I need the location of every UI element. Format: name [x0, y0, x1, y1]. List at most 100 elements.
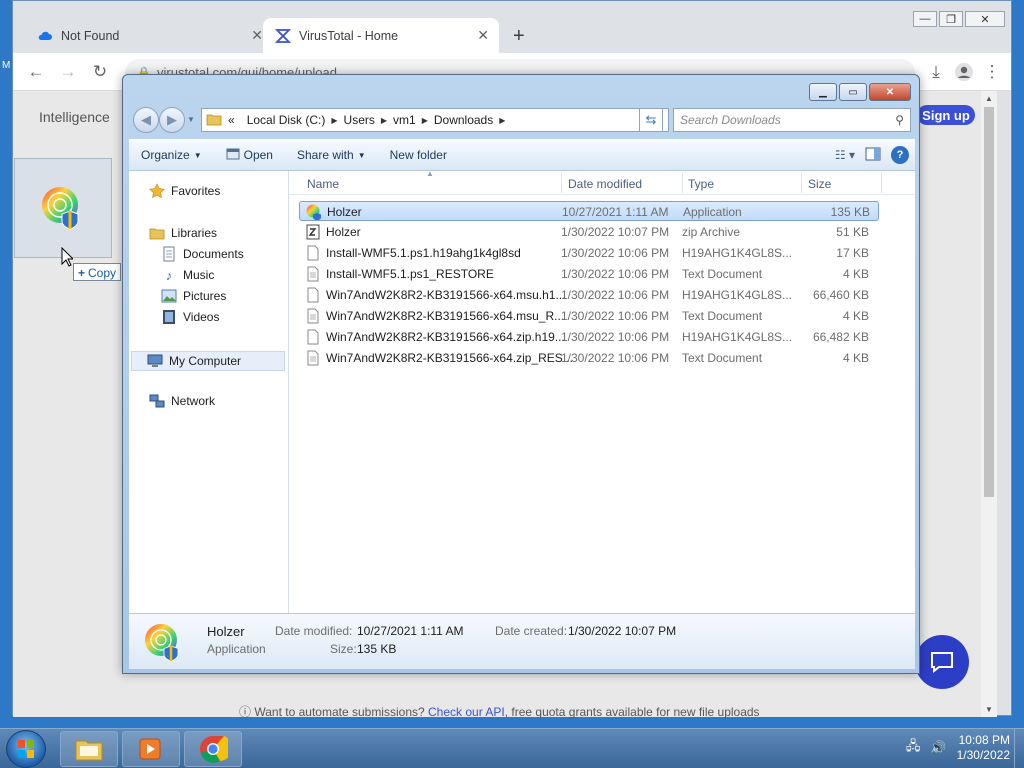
preview-pane-icon[interactable] [865, 147, 881, 164]
taskbar-chrome-button[interactable] [184, 731, 242, 767]
column-separator[interactable] [881, 173, 882, 193]
maximize-button[interactable]: ❐ [939, 11, 963, 27]
file-row[interactable]: Win7AndW2K8R2-KB3191566-x64.zip_RES... 1… [299, 348, 879, 368]
close-icon[interactable]: ✕ [477, 27, 489, 44]
column-separator[interactable] [561, 173, 562, 193]
file-row[interactable]: Holzer 10/27/2021 1:11 AM Application 13… [299, 201, 879, 221]
chevron-right-icon[interactable]: ▶ [499, 116, 505, 125]
nav-network[interactable]: Network [149, 393, 215, 409]
nav-pictures[interactable]: Pictures [161, 288, 226, 304]
column-header-type[interactable]: Type [688, 177, 714, 191]
back-button[interactable]: ◀ [133, 107, 159, 133]
forward-arrow-icon[interactable]: → [57, 61, 79, 83]
chevron-right-icon[interactable]: ▶ [331, 116, 337, 125]
chat-button[interactable] [915, 635, 969, 689]
download-icon[interactable]: ⤓ [925, 61, 947, 83]
start-button[interactable] [6, 730, 46, 768]
windows-logo-icon [18, 740, 34, 758]
search-input[interactable]: Search Downloads ⚲ [673, 108, 911, 132]
page-scrollbar[interactable]: ▲ ▼ [981, 91, 997, 717]
refresh-button[interactable]: ⇆ [639, 108, 663, 132]
column-header-date[interactable]: Date modified [568, 177, 642, 191]
new-folder-button[interactable]: New folder [378, 148, 459, 162]
maximize-button[interactable]: ▭ [839, 83, 867, 101]
text-document-icon [307, 308, 319, 324]
new-tab-button[interactable]: + [513, 25, 525, 48]
zip-archive-icon [306, 224, 320, 240]
column-header-size[interactable]: Size [808, 177, 831, 191]
breadcrumb-local-disk[interactable]: Local Disk (C:) [247, 113, 326, 127]
breadcrumb-users[interactable]: Users [344, 113, 375, 127]
folder-icon [75, 740, 103, 761]
signup-button[interactable]: Sign up [917, 105, 975, 125]
volume-icon[interactable]: 🔊 [930, 740, 946, 756]
profile-avatar-icon[interactable] [953, 61, 975, 83]
view-options-icon[interactable]: ☷ ▾ [835, 148, 855, 162]
nav-music[interactable]: ♪ Music [161, 267, 215, 283]
file-row[interactable]: Win7AndW2K8R2-KB3191566-x64.zip.h19... 1… [299, 327, 879, 347]
file-row[interactable]: Win7AndW2K8R2-KB3191566-x64.msu.h1... 1/… [299, 285, 879, 305]
holzer-app-icon [42, 187, 79, 230]
column-header-name[interactable]: Name [307, 177, 339, 191]
minimize-button[interactable]: ▁ [809, 83, 837, 101]
close-icon[interactable]: ✕ [251, 27, 263, 44]
generic-file-icon [307, 245, 319, 261]
taskbar-explorer-button[interactable] [60, 731, 118, 767]
videos-icon [161, 309, 177, 325]
generic-file-icon [307, 287, 319, 303]
text-document-icon [307, 350, 319, 366]
pictures-icon [161, 288, 177, 304]
chevron-right-icon[interactable]: ▶ [381, 116, 387, 125]
chevron-down-icon: ▼ [357, 150, 366, 160]
forward-button[interactable]: ▶ [159, 107, 185, 133]
back-arrow-icon[interactable]: ← [25, 61, 47, 83]
browser-window-controls: — ❐ ✕ [913, 11, 1005, 27]
taskbar-media-player-button[interactable] [122, 731, 180, 767]
clock[interactable]: 10:08 PM 1/30/2022 [957, 733, 1010, 763]
chrome-icon [200, 736, 228, 763]
column-headers: ▲ Name Date modified Type Size [289, 169, 915, 195]
help-icon[interactable]: ? [891, 146, 909, 164]
file-row[interactable]: Holzer 1/30/2022 10:07 PM zip Archive 51… [299, 222, 879, 242]
intelligence-link[interactable]: Intelligence [39, 109, 110, 125]
explorer-address-bar[interactable]: « Local Disk (C:) ▶ Users ▶ vm1 ▶ Downloads… [201, 108, 669, 132]
share-with-button[interactable]: Share with ▼ [285, 148, 378, 162]
file-row[interactable]: Install-WMF5.1.ps1_RESTORE 1/30/2022 10:… [299, 264, 879, 284]
details-date-modified: 10/27/2021 1:11 AM [357, 624, 464, 638]
nav-documents[interactable]: Documents [161, 246, 244, 262]
scroll-up-icon[interactable]: ▲ [985, 94, 993, 103]
network-tray-icon[interactable]: 🖧 [906, 737, 921, 759]
nav-videos[interactable]: Videos [161, 309, 219, 325]
recent-pages-icon[interactable]: ▼ [187, 115, 195, 124]
close-button[interactable]: ✕ [869, 83, 911, 101]
close-button[interactable]: ✕ [965, 11, 1005, 27]
file-row[interactable]: Install-WMF5.1.ps1.h19ahg1k4gl8sd 1/30/2… [299, 243, 879, 263]
organize-button[interactable]: Organize ▼ [129, 148, 214, 162]
breadcrumb-vm1[interactable]: vm1 [393, 113, 416, 127]
nav-favorites[interactable]: Favorites [149, 183, 220, 199]
api-link[interactable]: Check our API [428, 705, 505, 719]
music-icon: ♪ [165, 267, 173, 283]
libraries-icon [149, 225, 165, 241]
reload-icon[interactable]: ↻ [89, 61, 111, 83]
column-separator[interactable] [682, 173, 683, 193]
scroll-down-icon[interactable]: ▼ [985, 705, 993, 714]
view-controls: ☷ ▾ ? [835, 146, 909, 164]
details-size-label: Size: [330, 642, 357, 656]
breadcrumb-downloads[interactable]: Downloads [434, 113, 493, 127]
chevron-right-icon[interactable]: ▶ [422, 116, 428, 125]
show-desktop-button[interactable] [1014, 729, 1024, 768]
breadcrumb-overflow[interactable]: « [228, 113, 235, 127]
minimize-button[interactable]: — [913, 11, 937, 27]
computer-icon [147, 353, 163, 369]
nav-libraries[interactable]: Libraries [149, 225, 217, 241]
file-row[interactable]: Win7AndW2K8R2-KB3191566-x64.msu_R... 1/3… [299, 306, 879, 326]
explorer-window: ▁ ▭ ✕ ◀ ▶ ▼ « Local Disk (C:) ▶ Users ▶ vm… [122, 74, 920, 674]
column-separator[interactable] [801, 173, 802, 193]
tab-not-found[interactable]: Not Found ✕ [25, 18, 273, 53]
open-button[interactable]: Open [214, 147, 285, 164]
scrollbar-thumb[interactable] [984, 107, 994, 497]
nav-my-computer[interactable]: My Computer [131, 351, 285, 371]
menu-kebab-icon[interactable]: ⋮ [981, 61, 1003, 83]
tab-virustotal[interactable]: VirusTotal - Home ✕ [263, 18, 499, 53]
